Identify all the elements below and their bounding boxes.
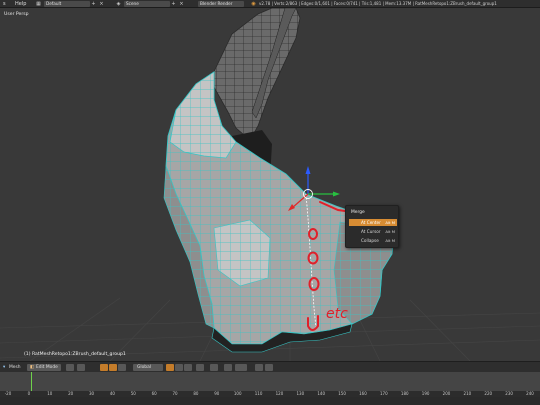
timeline-tick-label: 10 — [47, 391, 53, 396]
vertex-select-button[interactable] — [166, 364, 174, 371]
manipulator-scale-button[interactable] — [118, 364, 126, 371]
timeline-tick-label: 60 — [151, 391, 157, 396]
snap-element-select[interactable] — [235, 364, 247, 371]
timeline-tick-label: 130 — [296, 391, 305, 396]
menu-item-label: Collapse — [361, 238, 379, 243]
timeline-tick-label: 210 — [463, 391, 472, 396]
3d-viewport[interactable]: etc User Persp Merge At Center Alt M At … — [0, 8, 540, 361]
menu-item-label: At Cursor — [361, 229, 381, 234]
timeline-tick-label: 0 — [27, 391, 31, 396]
timeline-tick-label: 70 — [172, 391, 178, 396]
pivot-button[interactable] — [77, 364, 85, 371]
timeline-tick-label: 150 — [338, 391, 346, 396]
timeline-tick-label: 120 — [275, 391, 284, 396]
edge-select-button[interactable] — [175, 364, 183, 371]
timeline-tick-label: 40 — [109, 391, 115, 396]
shading-button[interactable] — [66, 364, 74, 371]
orientation-label: Global — [137, 365, 152, 370]
timeline-tick-label: 200 — [442, 391, 451, 396]
shortcut-label: Alt M — [385, 229, 395, 234]
annotation-etc: etc — [326, 306, 348, 322]
timeline-tick-label: 140 — [317, 391, 326, 396]
layout-icon[interactable]: ▦ — [36, 1, 41, 7]
render-animation-button[interactable] — [265, 364, 273, 371]
remove-layout-icon[interactable]: × — [99, 1, 104, 7]
timeline-ruler — [0, 391, 540, 397]
occlude-geometry-button[interactable] — [196, 364, 204, 371]
merge-menu-title: Merge — [351, 210, 365, 215]
timeline-tick-label: 80 — [193, 391, 199, 396]
add-layout-icon[interactable]: + — [91, 1, 96, 7]
proportional-edit-button[interactable] — [210, 364, 218, 371]
snap-toggle-button[interactable] — [224, 364, 232, 371]
scene-field[interactable]: Scene — [124, 1, 170, 7]
scene-stats: v2.78 | Verts:2/863 | Edges:0/1,601 | Fa… — [259, 1, 497, 6]
merge-menu: Merge At Center Alt M At Cursor Alt M Co… — [345, 205, 399, 248]
viewport-canvas: etc — [0, 8, 540, 361]
mesh-menu[interactable]: Mesh — [9, 364, 21, 371]
menu-item-render[interactable]: s — [3, 0, 6, 8]
view-label: User Persp — [4, 12, 29, 17]
timeline[interactable]: -20 0 10 20 30 40 50 60 70 80 90 100 110 120 130 140 150… — [0, 372, 540, 405]
face-select-button[interactable] — [184, 364, 192, 371]
timeline-tick-label: 110 — [254, 391, 263, 396]
timeline-tick-label: 90 — [214, 391, 220, 396]
edit-mode-icon: ◧ — [30, 365, 35, 370]
timeline-tick-label: 170 — [380, 391, 388, 396]
merge-at-center-item[interactable]: At Center Alt M — [349, 219, 397, 226]
viewport-header: ▾ Mesh ◧ Edit Mode Global — [0, 361, 540, 372]
render-engine-select[interactable]: Blender Render — [198, 1, 244, 7]
info-header: s Help ▦ Default + × ◈ Scene + × Blender… — [0, 0, 540, 8]
timeline-tick-label: 190 — [421, 391, 430, 396]
merge-at-cursor-item[interactable]: At Cursor Alt M — [349, 228, 397, 235]
object-label: (1) RatMeshRetopo1:ZBrush_default_group1 — [24, 352, 126, 357]
add-scene-icon[interactable]: + — [171, 1, 176, 7]
mode-label: Edit Mode — [36, 365, 58, 370]
shortcut-label: Alt M — [385, 238, 395, 243]
menu-item-label: At Center — [361, 220, 381, 225]
manipulator-translate-button[interactable] — [100, 364, 108, 371]
timeline-track[interactable] — [0, 372, 540, 391]
manipulator-rotate-button[interactable] — [109, 364, 117, 371]
scene-icon[interactable]: ◈ — [116, 1, 121, 7]
blender-logo-icon: ◉ — [251, 1, 256, 7]
menu-item-help[interactable]: Help — [15, 0, 26, 8]
render-button[interactable] — [255, 364, 263, 371]
timeline-tick-label: 30 — [88, 391, 95, 396]
remove-scene-icon[interactable]: × — [179, 1, 184, 7]
timeline-tick-label: 100 — [233, 391, 242, 396]
timeline-tick-label: 230 — [505, 391, 513, 396]
timeline-tick-label: 180 — [400, 391, 409, 396]
merge-collapse-item[interactable]: Collapse Alt M — [349, 237, 397, 244]
timeline-tick-label: -20 — [4, 391, 12, 396]
timeline-tick-label: 220 — [484, 391, 493, 396]
timeline-tick-label: 20 — [68, 391, 74, 396]
timeline-tick-label: 240 — [526, 391, 534, 396]
editor-type-icon[interactable]: ▾ — [3, 364, 5, 371]
current-frame-indicator[interactable] — [30, 372, 32, 391]
timeline-tick-label: 160 — [359, 391, 367, 396]
timeline-tick-label: 50 — [130, 391, 136, 396]
shortcut-label: Alt M — [385, 220, 395, 225]
screen-layout-field[interactable]: Default — [44, 1, 90, 7]
